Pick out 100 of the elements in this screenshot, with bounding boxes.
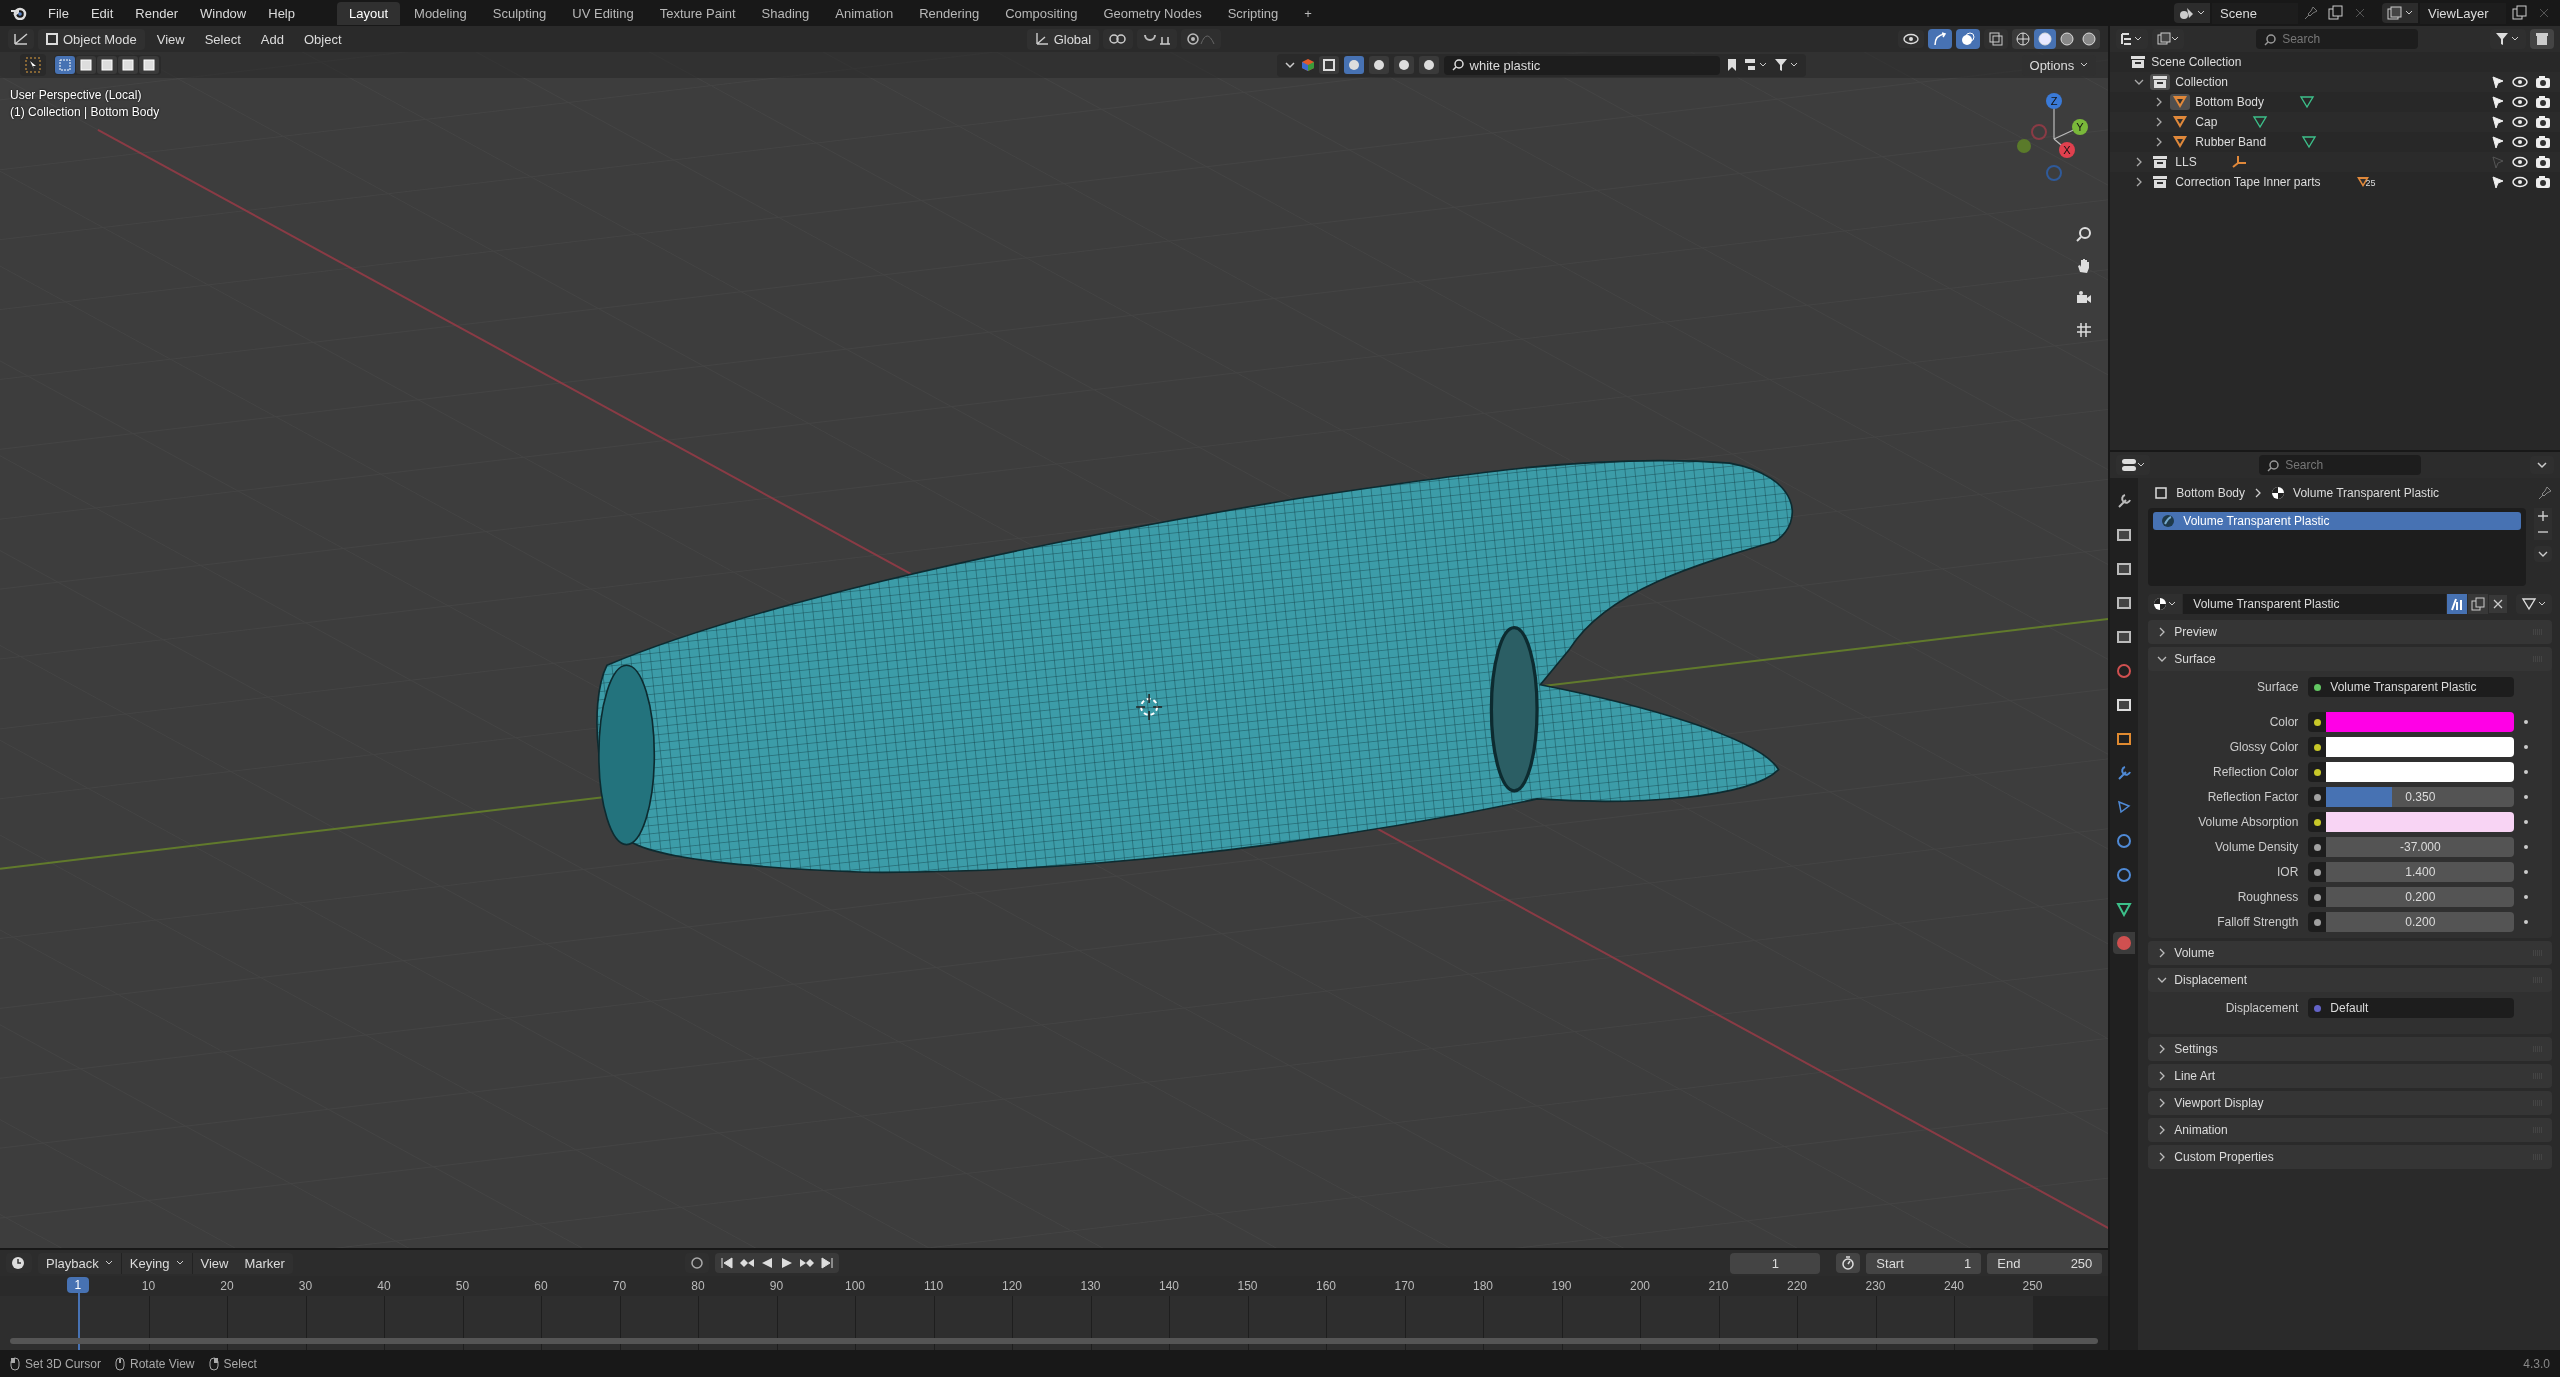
workspace-tab[interactable]: Animation [823,1,906,25]
search-field[interactable]: Search [2256,29,2419,49]
panel-header[interactable]: Custom Properties [2148,1145,2552,1169]
playhead[interactable]: 1 [66,1277,89,1293]
field-label: End [1997,1255,2021,1271]
field-label: Volume Density [2213,840,2299,854]
menu-item[interactable]: Keying [121,1252,193,1274]
panel-header[interactable]: Volume [2148,941,2552,965]
outliner-item[interactable]: Rubber Band [2195,135,2267,149]
workspace-tab[interactable]: Geometry Nodes [1091,1,1214,25]
panel-header[interactable]: Viewport Display [2148,1091,2552,1115]
navigation-gizmo[interactable]: X Y Z [2004,87,2105,187]
workspace-tab[interactable]: Scripting [1215,1,1291,25]
outliner-item[interactable]: Correction Tape Inner parts [2175,175,2321,189]
panel-header[interactable]: Preview [2148,620,2552,644]
workspace-tab[interactable]: Sculpting [480,1,559,25]
object-count: 25 [2365,178,2376,188]
panel-header[interactable]: Surface [2148,647,2552,671]
field-label: Volume Absorption [2197,815,2299,829]
outliner-item[interactable]: LLS [2175,155,2197,169]
number-field[interactable]: 0.200 [2326,887,2515,907]
field-label: Reflection Factor [2206,790,2299,804]
search-field[interactable]: Search [2259,455,2422,475]
panel-header[interactable]: Line Art [2148,1064,2552,1088]
menu-item[interactable]: File [38,2,79,24]
frame-number: 150 [1236,1279,1259,1293]
filter-search-field[interactable]: white plastic [1443,55,1720,75]
menu-item[interactable]: Select [196,28,249,50]
number-field[interactable]: 0.200 [2326,912,2515,932]
menu-item[interactable]: Window [190,2,257,24]
workspace-tab[interactable]: Texture Paint [647,1,748,25]
axis-label: Y [2076,121,2084,133]
field-label: Falloff Strength [2216,915,2299,929]
menu-item[interactable]: Help [258,2,305,24]
outliner-item[interactable]: Cap [2195,115,2218,129]
frame-number: 40 [376,1279,392,1293]
panel-header[interactable]: Settings [2148,1037,2552,1061]
workspace-tab[interactable]: Compositing [993,1,1090,25]
panel-title: Displacement [2174,973,2248,987]
material-name-field[interactable]: Volume Transparent Plastic [2183,594,2446,614]
workspace-tab[interactable]: Rendering [907,1,992,25]
workspace-tab[interactable]: Shading [749,1,822,25]
field-label: Glossy Color [2228,740,2299,754]
number-field[interactable]: -37.000 [2326,837,2515,857]
menu-item[interactable]: Edit [80,2,124,24]
outliner-item[interactable]: Bottom Body [2195,95,2265,109]
frame-number: 110 [922,1279,945,1293]
frame-number: 20 [219,1279,235,1293]
panel-header[interactable]: Animation [2148,1118,2552,1142]
frame-number: 230 [1864,1279,1887,1293]
end-frame-field[interactable]: End 250 [1987,1252,2103,1274]
status-hint: Rotate View [130,1356,195,1371]
node-link-field[interactable]: Volume Transparent Plastic [2326,677,2515,697]
menu-item[interactable]: Object [295,28,350,50]
add-workspace-button[interactable]: + [1292,1,1324,25]
workspace-tab[interactable]: Layout [337,1,401,25]
panel-title: Animation [2174,1123,2228,1137]
status-hint: Select [223,1356,257,1371]
workspace-tab[interactable]: UV Editing [560,1,646,25]
frame-number: 180 [1472,1279,1494,1293]
outliner-item[interactable]: Scene Collection [2151,55,2242,69]
axis-label: Z [2051,95,2058,107]
frame-number: 170 [1393,1279,1416,1293]
field-value: 1 [1964,1255,1972,1271]
panel-title: Viewport Display [2174,1096,2264,1110]
menu-item[interactable]: Marker [236,1252,293,1274]
workspace-tab[interactable]: Modeling [402,1,479,25]
frame-number: 90 [768,1279,785,1293]
field-label: Surface [2256,680,2299,694]
frame-number: 240 [1943,1279,1965,1293]
menu-item[interactable]: Render [125,2,188,24]
transform-orientation-dropdown[interactable]: Global [1026,28,1100,50]
menu-item[interactable]: View [148,28,193,50]
node-link-field[interactable]: Default [2326,998,2515,1018]
menu-item[interactable]: Playback [38,1252,122,1274]
field-label: Color [2268,715,2299,729]
menu-item[interactable]: Add [252,28,292,50]
scene-name-field[interactable]: Scene [2212,2,2298,24]
panel-title: Volume [2174,946,2215,960]
material-slot[interactable]: Volume Transparent Plastic [2153,512,2521,530]
panel-title: Preview [2174,625,2218,639]
current-frame-field[interactable]: 1 [1730,1252,1821,1274]
frame-number: 250 [2021,1279,2044,1293]
panel-title: Custom Properties [2174,1150,2274,1164]
mode-dropdown[interactable]: Object Mode [38,28,145,50]
frame-number: 100 [844,1279,866,1293]
panel-header[interactable]: Displacement [2148,968,2552,992]
number-field[interactable]: 1.400 [2326,862,2515,882]
status-hint: Set 3D Cursor [25,1356,102,1371]
panel-title: Surface [2174,652,2216,666]
view-layer-field[interactable]: ViewLayer [2420,2,2506,24]
factor-slider[interactable]: 0.350 [2326,787,2515,807]
menu-item[interactable]: View [192,1252,237,1274]
viewport-info-text: User Perspective (Local) [10,88,143,102]
breadcrumb-item: Bottom Body [2176,486,2246,500]
start-frame-field[interactable]: Start 1 [1866,1252,1982,1274]
frame-number: 190 [1550,1279,1573,1293]
panel-title: Line Art [2174,1069,2216,1083]
frame-number: 140 [1158,1279,1180,1293]
outliner-item[interactable]: Collection [2175,75,2229,89]
